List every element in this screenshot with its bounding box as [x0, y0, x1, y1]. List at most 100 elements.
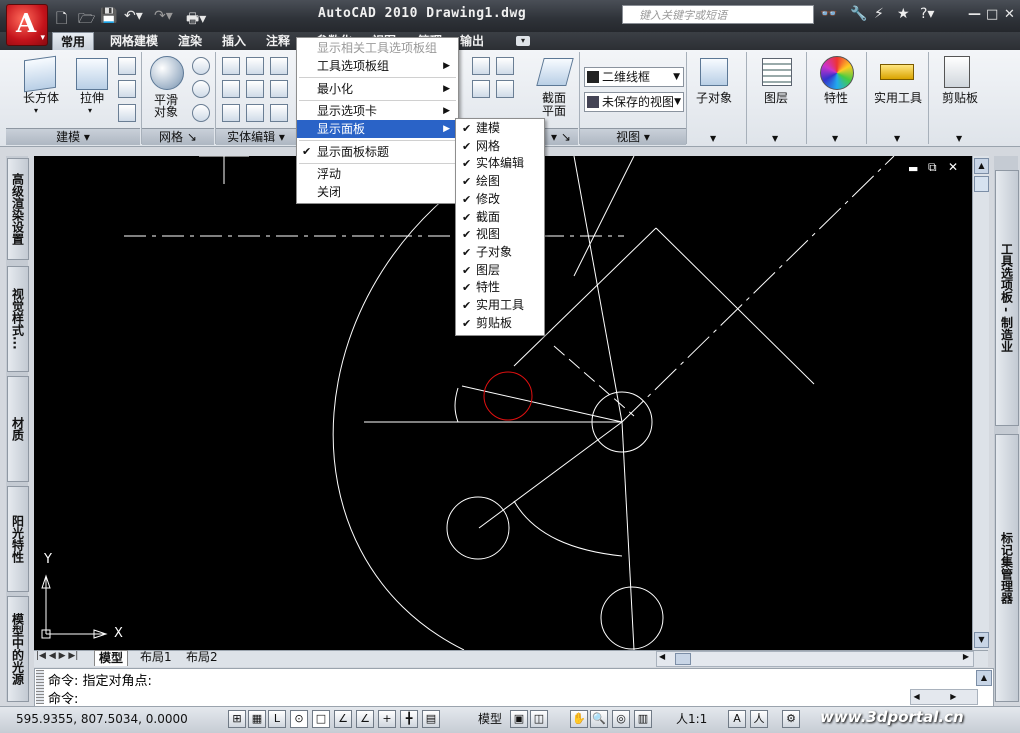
- clipboard-dropdown-icon[interactable]: ▼: [956, 134, 962, 143]
- menu-item-minimize[interactable]: 最小化 ▶: [297, 80, 458, 98]
- viewport-minimize-icon[interactable]: ▬: [908, 162, 918, 175]
- subscription-icon[interactable]: ⚡: [874, 6, 884, 22]
- section-plane-label-2[interactable]: 平面: [536, 105, 572, 118]
- tab-insert[interactable]: 插入: [214, 32, 254, 50]
- fillet-icon[interactable]: [496, 80, 514, 98]
- minimize-icon[interactable]: —: [968, 7, 981, 22]
- layout-tab-model[interactable]: 模型: [94, 650, 129, 666]
- layout-view-icon[interactable]: ▣: [510, 710, 528, 728]
- undo-icon[interactable]: ↶▾: [124, 8, 143, 24]
- trim-icon[interactable]: [496, 57, 514, 75]
- extract-edges-icon[interactable]: [246, 57, 264, 75]
- tab-annotate[interactable]: 注释: [258, 32, 298, 50]
- tab-home[interactable]: 常用: [52, 32, 95, 50]
- save-icon[interactable]: 💾: [100, 8, 117, 24]
- scroll-down-icon[interactable]: ▼: [974, 632, 989, 648]
- panel-footer-view[interactable]: 视图 ▾: [580, 128, 686, 145]
- box-icon[interactable]: [24, 55, 56, 93]
- submenu-item-clipboard[interactable]: ✔ 剪贴板: [456, 315, 544, 333]
- palette-tab-markup-set-manager[interactable]: 标记集管理器: [995, 434, 1019, 702]
- scroll-right-icon[interactable]: ▶: [963, 652, 969, 661]
- mesh-refine-icon[interactable]: [192, 104, 210, 122]
- submenu-item-modeling[interactable]: ✔ 建模: [456, 120, 544, 138]
- steering-wheel-icon[interactable]: ◎: [612, 710, 630, 728]
- model-space-label[interactable]: 模型: [478, 710, 502, 727]
- snap-icon[interactable]: ▦: [248, 710, 266, 728]
- menu-item-show-panel-titles[interactable]: ✔ 显示面板标题: [297, 143, 458, 161]
- palette-tab-sun-properties[interactable]: 阳光特性: [7, 486, 29, 592]
- saved-view-dropdown[interactable]: 未保存的视图 ▼: [584, 92, 684, 112]
- quick-view-icon[interactable]: ◫: [530, 710, 548, 728]
- visual-style-dropdown[interactable]: 二维线框 ▼: [584, 67, 684, 87]
- extrude-dropdown-icon[interactable]: ▾: [88, 106, 92, 115]
- lineweight-icon[interactable]: ▤: [422, 710, 440, 728]
- annotation-scale[interactable]: 人1:1: [676, 710, 707, 727]
- subtract-icon[interactable]: [222, 80, 240, 98]
- open-icon[interactable]: 🗁: [78, 8, 95, 32]
- layers-icon[interactable]: [762, 58, 792, 86]
- submenu-item-view[interactable]: ✔ 视图: [456, 226, 544, 244]
- scroll-up-icon[interactable]: ▲: [974, 158, 989, 174]
- showmotion-icon[interactable]: ▥: [634, 710, 652, 728]
- viewport-restore-icon[interactable]: ⧉: [928, 160, 937, 175]
- submenu-item-mesh[interactable]: ✔ 网格: [456, 138, 544, 156]
- 3d-rotate-icon[interactable]: [472, 80, 490, 98]
- command-window[interactable]: [34, 668, 994, 708]
- panel-footer-solid-editing[interactable]: 实体编辑 ▾: [216, 128, 296, 145]
- ducs-icon[interactable]: +: [378, 710, 396, 728]
- subobject-dropdown-icon[interactable]: ▼: [710, 134, 716, 143]
- submenu-item-subobject[interactable]: ✔ 子对象: [456, 244, 544, 262]
- imprint-icon[interactable]: [246, 80, 264, 98]
- new-icon[interactable]: 🗋: [56, 8, 67, 32]
- properties-label[interactable]: 特性: [814, 92, 858, 105]
- move-icon[interactable]: [472, 57, 490, 75]
- minimize-ribbon-icon[interactable]: ▾: [516, 36, 530, 46]
- fillet-edges-icon[interactable]: [246, 104, 264, 122]
- submenu-item-modify[interactable]: ✔ 修改: [456, 191, 544, 209]
- extrude-icon[interactable]: [76, 58, 108, 90]
- search-input[interactable]: 键入关键字或短语: [622, 5, 814, 24]
- utilities-label[interactable]: 实用工具: [870, 92, 926, 105]
- menu-item-tool-palette-group[interactable]: 工具选项板组 ▶: [297, 57, 458, 75]
- sweep-icon[interactable]: [118, 104, 136, 122]
- layout-nav-arrows-icon[interactable]: |◀ ◀ ▶ ▶|: [36, 651, 78, 661]
- workspace-switch-icon[interactable]: ⚙: [782, 710, 800, 728]
- autoscale-icon[interactable]: 人: [750, 710, 768, 728]
- submenu-item-section[interactable]: ✔ 截面: [456, 209, 544, 227]
- close-icon[interactable]: ✕: [1004, 7, 1015, 22]
- grid-icon[interactable]: L: [268, 710, 286, 728]
- hscroll-thumb[interactable]: [675, 653, 691, 665]
- redo-icon[interactable]: ↷▾: [154, 8, 173, 24]
- application-menu-button[interactable]: A ▾: [6, 4, 48, 46]
- favorites-icon[interactable]: ★: [897, 6, 910, 22]
- palette-tab-lights-in-model[interactable]: 模型中的光源: [7, 596, 29, 702]
- submenu-item-utilities[interactable]: ✔ 实用工具: [456, 297, 544, 315]
- menu-item-show-panels[interactable]: 显示面板 ▶: [297, 120, 458, 138]
- clipboard-icon[interactable]: [944, 56, 970, 88]
- menu-item-float[interactable]: 浮动: [297, 165, 458, 183]
- otrack-icon[interactable]: ∠: [356, 710, 374, 728]
- scroll-left-icon[interactable]: ◀: [659, 652, 665, 661]
- submenu-item-layers[interactable]: ✔ 图层: [456, 262, 544, 280]
- layers-label[interactable]: 图层: [754, 92, 798, 105]
- layers-dropdown-icon[interactable]: ▼: [772, 134, 778, 143]
- utilities-dropdown-icon[interactable]: ▼: [894, 134, 900, 143]
- shell-icon[interactable]: [270, 104, 288, 122]
- subobject-icon[interactable]: [700, 58, 728, 86]
- polysolid-icon[interactable]: [118, 57, 136, 75]
- dyn-icon[interactable]: ╋: [400, 710, 418, 728]
- ortho-icon[interactable]: ⊙: [290, 710, 308, 728]
- submenu-item-solid-editing[interactable]: ✔ 实体编辑: [456, 155, 544, 173]
- help-icon[interactable]: ?▾: [920, 6, 934, 22]
- command-grip[interactable]: [36, 670, 44, 704]
- subobject-label[interactable]: 子对象: [690, 92, 738, 105]
- submenu-item-properties[interactable]: ✔ 特性: [456, 279, 544, 297]
- separate-icon[interactable]: [270, 80, 288, 98]
- palette-tab-advanced-render[interactable]: 高级渲染设置: [7, 158, 29, 260]
- smooth-object-icon[interactable]: [150, 56, 184, 90]
- extrude-button-label[interactable]: 拉伸: [72, 92, 112, 105]
- annotation-visibility-icon[interactable]: A: [728, 710, 746, 728]
- presspull-icon[interactable]: [118, 80, 136, 98]
- intersect-icon[interactable]: [222, 104, 240, 122]
- panel-footer-section[interactable]: ▾ ↘: [544, 128, 578, 145]
